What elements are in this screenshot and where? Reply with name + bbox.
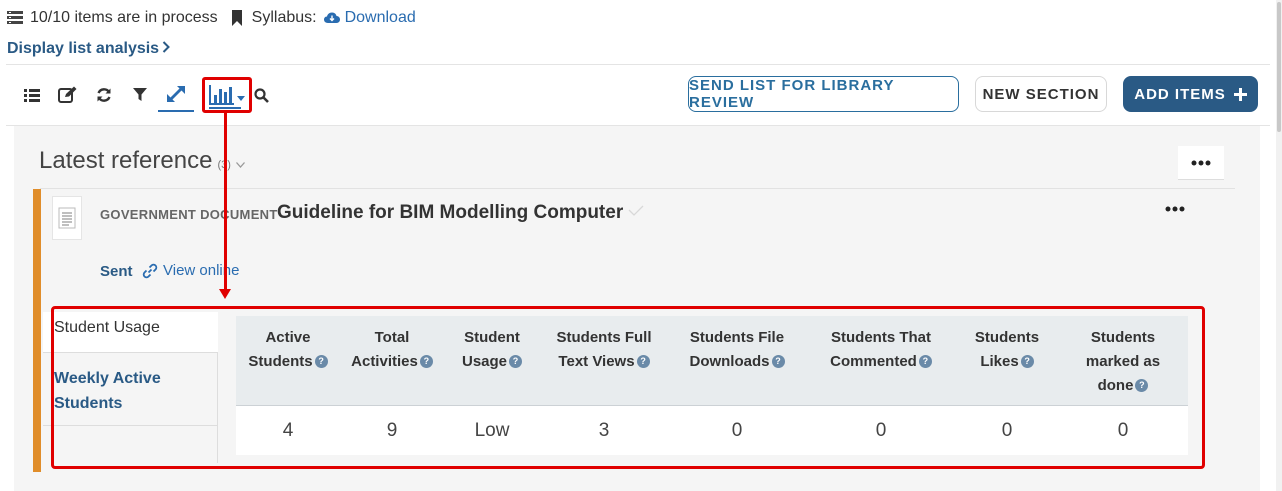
view-online-label: View online bbox=[163, 262, 240, 279]
display-list-analysis-link[interactable]: Display list analysis bbox=[7, 40, 170, 58]
item-status-stripe bbox=[33, 189, 41, 472]
chevron-down-icon[interactable] bbox=[235, 147, 245, 175]
chevron-right-icon bbox=[162, 40, 170, 58]
ellipsis-icon bbox=[1165, 206, 1185, 212]
display-list-analysis-label: Display list analysis bbox=[7, 40, 160, 57]
search-button[interactable] bbox=[252, 78, 270, 112]
refresh-button[interactable] bbox=[86, 78, 122, 112]
section-header[interactable]: Latest reference (3) bbox=[39, 147, 245, 175]
scrollbar-thumb[interactable] bbox=[1277, 2, 1281, 132]
analytics-chart-button[interactable] bbox=[202, 77, 252, 113]
plus-icon bbox=[1233, 87, 1247, 101]
bookmark-icon bbox=[228, 9, 246, 27]
section-title: Latest reference bbox=[39, 147, 213, 174]
new-section-button[interactable]: NEW SECTION bbox=[975, 76, 1107, 112]
expand-button[interactable] bbox=[158, 78, 194, 112]
expand-arrows-icon bbox=[167, 86, 185, 102]
link-icon bbox=[142, 263, 158, 278]
cloud-download-icon[interactable] bbox=[323, 9, 341, 27]
syllabus-download-link[interactable]: Download bbox=[345, 9, 416, 27]
list-toolbar bbox=[14, 77, 270, 113]
item-status: Sent bbox=[100, 263, 133, 280]
item-type-label: GOVERNMENT DOCUMENT bbox=[100, 207, 278, 222]
document-icon bbox=[52, 196, 82, 240]
divider bbox=[6, 64, 1270, 65]
edit-button[interactable] bbox=[50, 78, 86, 112]
item-more-options-button[interactable] bbox=[1165, 199, 1185, 217]
list-view-button[interactable] bbox=[14, 78, 50, 112]
item-title-link[interactable]: Guideline for BIM Modelling Computer bbox=[277, 202, 645, 224]
filter-icon bbox=[133, 88, 147, 101]
list-status-bar: 10/10 items are in process Syllabus: Dow… bbox=[6, 7, 416, 29]
syllabus-label: Syllabus: bbox=[251, 9, 317, 26]
list-icon bbox=[24, 88, 40, 102]
ellipsis-icon bbox=[1191, 160, 1211, 165]
highlight-box bbox=[51, 306, 1205, 469]
list-icon bbox=[6, 9, 24, 27]
annotation-arrow-line bbox=[224, 113, 227, 295]
search-icon bbox=[253, 87, 269, 103]
bar-chart-icon bbox=[209, 85, 234, 105]
send-list-for-library-review-button[interactable]: SEND LIST FOR LIBRARY REVIEW bbox=[688, 76, 959, 112]
heart-icon[interactable] bbox=[627, 204, 645, 223]
filter-button[interactable] bbox=[122, 78, 158, 112]
section-more-options-button[interactable] bbox=[1178, 146, 1224, 180]
annotation-arrow-head bbox=[219, 289, 231, 299]
item-title: Guideline for BIM Modelling Computer bbox=[277, 202, 624, 223]
caret-down-icon bbox=[237, 96, 245, 101]
refresh-icon bbox=[97, 88, 111, 102]
items-status-text: 10/10 items are in process bbox=[30, 9, 218, 26]
add-items-button[interactable]: ADD ITEMS bbox=[1123, 76, 1258, 112]
edit-icon bbox=[58, 86, 77, 103]
add-items-label: ADD ITEMS bbox=[1134, 85, 1226, 103]
scrollbar[interactable] bbox=[1276, 0, 1282, 491]
